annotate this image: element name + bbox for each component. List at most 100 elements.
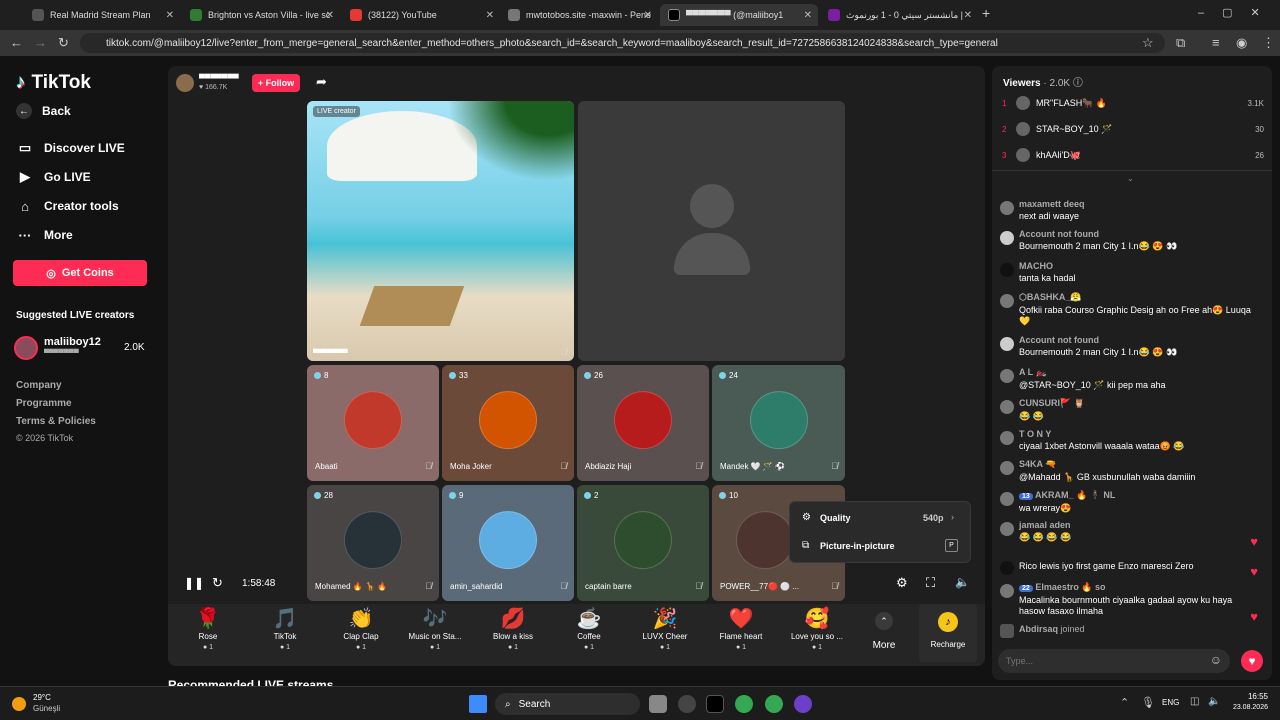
guest-tile[interactable]: 8 Abaati 🎙̸	[307, 365, 439, 481]
fullscreen-icon[interactable]: ⛶	[926, 575, 935, 591]
microphone-icon[interactable]: 🎙	[1141, 696, 1155, 709]
tiktok-logo[interactable]: ♪ TikTok	[16, 72, 91, 94]
network-icon[interactable]: ◫	[1190, 696, 1199, 707]
recharge-button[interactable]: ♪ Recharge	[919, 604, 977, 662]
app-icon[interactable]	[794, 695, 812, 713]
comment-user[interactable]: jamaal aden	[1019, 520, 1071, 530]
gift-clap[interactable]: 👏 Clap Clap ● 1	[326, 606, 396, 651]
bookmark-star-icon[interactable]: ☆	[1142, 35, 1154, 51]
comment-user[interactable]: MACHO	[1019, 261, 1076, 271]
window-controls[interactable]: –▢✕	[1198, 6, 1278, 19]
task-view-icon[interactable]	[649, 695, 667, 713]
comment-user[interactable]: A L 🏍️	[1019, 367, 1166, 378]
reading-list-icon[interactable]: ≡	[1212, 35, 1220, 50]
taskbar-search[interactable]: ⌕ Search	[495, 693, 640, 715]
comment-user[interactable]: Elmaestro 🔥 so	[1035, 582, 1105, 592]
refresh-icon[interactable]: ↻	[212, 575, 223, 591]
close-icon[interactable]: ✕	[326, 10, 334, 21]
pause-icon[interactable]: ❚❚	[184, 576, 204, 590]
browser-tab[interactable]: Brighton vs Aston Villa - live sc ✕	[182, 4, 340, 26]
host-video-tile[interactable]: LIVE creator ▀▀▀▀▀▀▀ 🎙̸	[307, 101, 574, 361]
joined-user[interactable]: Abdirsaq	[1019, 624, 1058, 634]
guest-tile[interactable]: 33 Moha Joker 🎙̸	[442, 365, 574, 481]
menu-discover-live[interactable]: ▭ Discover LIVE	[16, 139, 125, 157]
close-icon[interactable]: ✕	[166, 10, 174, 21]
extensions-icon[interactable]: ⧉	[1176, 35, 1185, 51]
comment-user[interactable]: CUNSURI🚩 🦉	[1019, 398, 1085, 409]
top-viewer[interactable]: 2 STAR~BOY_10 🪄 30	[1002, 122, 1264, 136]
reload-icon[interactable]: ↻	[58, 35, 69, 51]
comment-user[interactable]: ⬡BASHKA_😤	[1019, 292, 1255, 303]
back-arrow-icon[interactable]: ←	[10, 35, 23, 50]
tray-chevron-icon[interactable]: ⌃	[1120, 696, 1129, 709]
top-viewer[interactable]: 3 khAAli'D🐙 26	[1002, 148, 1264, 162]
footer-company[interactable]: Company	[16, 380, 62, 391]
volume-icon[interactable]: 🔈	[955, 575, 970, 589]
gift-rose[interactable]: 🌹 Rose ● 1	[173, 606, 243, 651]
gift-tiktok[interactable]: 🎵 TikTok ● 1	[250, 606, 320, 651]
suggested-creator[interactable]: maliiboy12 ▀▀▀▀▀▀▀ 2.0K	[14, 334, 149, 362]
close-icon[interactable]: ✕	[804, 10, 812, 21]
top-viewer[interactable]: 1 MR"FLASH🐂 🔥 3.1K	[1002, 96, 1264, 110]
footer-programme[interactable]: Programme	[16, 398, 72, 409]
gift-love-you[interactable]: 🥰 Love you so ... ● 1	[782, 606, 852, 651]
menu-icon[interactable]: ⋮	[1262, 35, 1275, 51]
browser-tab-active[interactable]: ▀▀▀▀▀▀▀ (@maliiboy1 ✕	[660, 4, 818, 26]
windows-start-icon[interactable]	[469, 695, 487, 713]
info-icon[interactable]: ⓘ	[1073, 78, 1083, 89]
menu-creator-tools[interactable]: ⌂ Creator tools	[16, 197, 119, 215]
menu-more[interactable]: ··· More	[16, 226, 73, 244]
gift-luvx[interactable]: 🎉 LUVX Cheer ● 1	[630, 606, 700, 651]
like-heart-button[interactable]: ♥	[1241, 650, 1263, 672]
comment-user[interactable]: Account not found	[1019, 229, 1177, 239]
quality-value[interactable]: 540p	[923, 513, 944, 523]
gift-music[interactable]: 🎶 Music on Sta... ● 1	[400, 606, 470, 651]
pip-label[interactable]: Picture-in-picture	[820, 541, 895, 551]
follow-button[interactable]: + Follow	[252, 74, 300, 92]
close-icon[interactable]: ✕	[486, 10, 494, 21]
close-icon[interactable]: ✕	[964, 10, 972, 21]
volume-icon[interactable]: 🔈	[1208, 696, 1220, 707]
host-name[interactable]: ▀▀▀▀▀▀▀	[199, 74, 239, 83]
back-button[interactable]: ← Back	[16, 103, 71, 119]
footer-terms[interactable]: Terms & Policies	[16, 416, 96, 427]
app-icon[interactable]	[678, 695, 696, 713]
get-coins-button[interactable]: ◎ Get Coins	[13, 260, 147, 286]
url-input[interactable]: tiktok.com/@maliiboy12/live?enter_from_m…	[80, 33, 1165, 53]
gift-more-button[interactable]: ⌃ More	[866, 612, 902, 651]
chat-input[interactable]	[1006, 653, 1206, 669]
browser-tab[interactable]: Real Madrid Stream Plan ✕	[24, 4, 180, 26]
quality-label[interactable]: Quality	[820, 513, 851, 523]
emoji-icon[interactable]: ☺	[1210, 653, 1222, 667]
forward-arrow-icon[interactable]: →	[34, 35, 47, 50]
tiktok-app-icon[interactable]	[706, 695, 724, 713]
comment-user[interactable]: AKRAM_ 🔥 🕴 NL	[1035, 490, 1115, 500]
language-indicator[interactable]: ENG	[1162, 698, 1179, 707]
guest-tile[interactable]: 28 Mohamed 🔥 🦒 🔥 🎙̸	[307, 485, 439, 601]
empty-guest-tile[interactable]	[578, 101, 845, 361]
guest-tile[interactable]: 24 Mandek 🤍 🪄 ⚽ 🎙̸	[712, 365, 845, 481]
clock-time[interactable]: 16:55	[1228, 692, 1268, 701]
browser-tab[interactable]: مانشستر سيتي 0 - 1 بورنموث | ✕	[820, 4, 978, 26]
guest-tile[interactable]: 2 captain barre 🎙̸	[577, 485, 709, 601]
comment-user[interactable]: Account not found	[1019, 335, 1177, 345]
weather-temp[interactable]: 29°C	[33, 693, 51, 702]
chat-input-box[interactable]: ☺	[998, 649, 1230, 673]
settings-icon[interactable]: ⚙	[896, 575, 908, 591]
browser-tab[interactable]: (38122) YouTube ✕	[342, 4, 500, 26]
guest-tile[interactable]: 9 amin_sahardid 🎙̸	[442, 485, 574, 601]
browser-tab[interactable]: mwtotobos.site -maxwin - Pene ✕	[500, 4, 658, 26]
close-icon[interactable]: ✕	[644, 10, 652, 21]
comment-user[interactable]: maxamett deeq	[1019, 199, 1085, 209]
new-tab-icon[interactable]: +	[982, 5, 990, 21]
chrome-icon[interactable]	[765, 695, 783, 713]
host-avatar[interactable]	[176, 74, 194, 92]
share-icon[interactable]: ➦	[316, 74, 327, 90]
guest-tile[interactable]: 26 Abdiaziz Haji 🎙̸	[577, 365, 709, 481]
chevron-down-icon[interactable]: ⌄	[1127, 174, 1134, 183]
gift-flame-heart[interactable]: ❤️ Flame heart ● 1	[706, 606, 776, 651]
comment-user[interactable]: T O N Y	[1019, 429, 1185, 439]
gift-kiss[interactable]: 💋 Blow a kiss ● 1	[478, 606, 548, 651]
gift-coffee[interactable]: ☕ Coffee ● 1	[554, 606, 624, 651]
menu-go-live[interactable]: ▶ Go LIVE	[16, 168, 91, 186]
